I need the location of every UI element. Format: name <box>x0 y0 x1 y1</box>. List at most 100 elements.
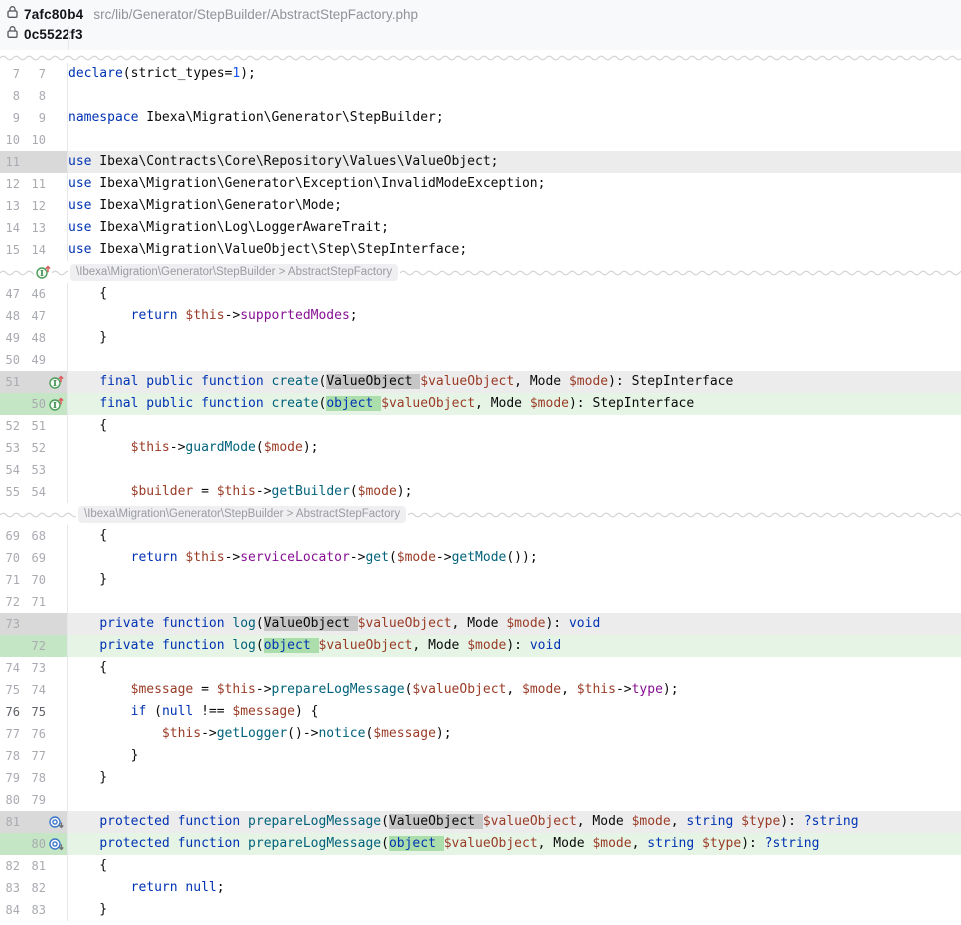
collapsed-context-label[interactable]: \Ibexa\Migration\Generator\StepBuilder >… <box>78 506 406 523</box>
code-line[interactable]: { <box>68 525 961 547</box>
svg-text:I: I <box>40 269 44 279</box>
code-line[interactable]: $this->guardMode($mode); <box>68 437 961 459</box>
code-line[interactable]: protected function prepareLogMessage(obj… <box>68 833 961 855</box>
line-number-old: 48 <box>0 309 20 323</box>
code-line[interactable]: use Ibexa\Migration\Generator\Mode; <box>68 195 961 217</box>
torn-edge-separator <box>0 50 961 63</box>
collapsed-region-separator[interactable]: I \Ibexa\Migration\Generator\StepBuilder … <box>0 261 961 283</box>
collapsed-context-label[interactable]: \Ibexa\Migration\Generator\StepBuilder >… <box>70 264 398 281</box>
diff-row: 8281 { <box>0 855 961 877</box>
implements-method-icon[interactable]: I <box>46 396 66 412</box>
diff-row-deleted: 51I final public function create(ValueOb… <box>0 371 961 393</box>
diff-gutter: 8483 <box>0 899 68 921</box>
code-line[interactable] <box>68 789 961 811</box>
line-number-old: 83 <box>0 881 20 895</box>
line-number-old: 84 <box>0 903 20 917</box>
code-line[interactable]: } <box>68 569 961 591</box>
diff-gutter: 4746 <box>0 283 68 305</box>
line-number-new: 50 <box>22 397 46 411</box>
code-line[interactable]: if (null !== $message) { <box>68 701 961 723</box>
diff-row: 1010 <box>0 129 961 151</box>
code-line[interactable]: { <box>68 657 961 679</box>
line-number-new: 54 <box>22 485 46 499</box>
line-number-new: 83 <box>22 903 46 917</box>
diff-gutter: 1010 <box>0 129 68 151</box>
line-number-new: 72 <box>22 639 46 653</box>
diff-gutter: 99 <box>0 107 68 129</box>
code-line[interactable]: use Ibexa\Migration\Log\LoggerAwareTrait… <box>68 217 961 239</box>
code-line[interactable]: $message = $this->prepareLogMessage($val… <box>68 679 961 701</box>
line-number-new: 11 <box>22 177 46 191</box>
line-number-old: 53 <box>0 441 20 455</box>
method-overridden-icon[interactable] <box>46 814 66 830</box>
code-line[interactable]: return $this->supportedModes; <box>68 305 961 327</box>
code-line[interactable]: { <box>68 283 961 305</box>
implements-method-icon[interactable]: I <box>46 374 66 390</box>
code-line[interactable]: use Ibexa\Contracts\Core\Repository\Valu… <box>68 151 961 173</box>
commit-hash-new: 0c5522f3 <box>24 27 83 42</box>
line-number-new: 70 <box>22 573 46 587</box>
code-line[interactable] <box>68 85 961 107</box>
code-line[interactable]: final public function create(ValueObject… <box>68 371 961 393</box>
line-number-old: 7 <box>0 67 20 81</box>
diff-editor: 77declare(strict_types=1);8899namespace … <box>0 63 961 921</box>
line-number-new: 7 <box>22 67 46 81</box>
code-line[interactable]: use Ibexa\Migration\Generator\Exception\… <box>68 173 961 195</box>
line-number-new: 76 <box>22 727 46 741</box>
diff-gutter: 5352 <box>0 437 68 459</box>
wave-line <box>0 268 34 276</box>
diff-row: 7877 } <box>0 745 961 767</box>
line-number-new: 51 <box>22 419 46 433</box>
code-line[interactable]: $this->getLogger()->notice($message); <box>68 723 961 745</box>
implements-method-icon[interactable]: I <box>34 264 52 280</box>
file-path: src/lib/Generator/StepBuilder/AbstractSt… <box>93 7 418 22</box>
diff-row: 7776 $this->getLogger()->notice($message… <box>0 723 961 745</box>
lock-icon <box>6 5 19 24</box>
line-number-old: 79 <box>0 771 20 785</box>
code-line[interactable]: $builder = $this->getBuilder($mode); <box>68 481 961 503</box>
line-number-old: 12 <box>0 177 20 191</box>
line-number-new: 48 <box>22 331 46 345</box>
svg-text:I: I <box>53 401 57 411</box>
diff-row: 8079 <box>0 789 961 811</box>
code-line[interactable]: } <box>68 327 961 349</box>
wave-line <box>0 53 961 61</box>
lock-icon <box>6 25 19 44</box>
diff-gutter: 5453 <box>0 459 68 481</box>
line-number-new: 14 <box>22 243 46 257</box>
diff-gutter: 7574 <box>0 679 68 701</box>
code-line[interactable]: return $this->serviceLocator->get($mode-… <box>68 547 961 569</box>
diff-row: 5049 <box>0 349 961 371</box>
diff-gutter: 6968 <box>0 525 68 547</box>
code-line[interactable]: } <box>68 767 961 789</box>
code-line[interactable]: private function log(ValueObject $valueO… <box>68 613 961 635</box>
code-line[interactable]: } <box>68 745 961 767</box>
code-line[interactable]: { <box>68 855 961 877</box>
diff-gutter: 8079 <box>0 789 68 811</box>
diff-gutter: 11 <box>0 151 68 173</box>
line-number-old: 55 <box>0 485 20 499</box>
gutter-border <box>68 26 69 50</box>
code-line[interactable] <box>68 591 961 613</box>
diff-gutter: 7271 <box>0 591 68 613</box>
code-line[interactable] <box>68 349 961 371</box>
diff-row: 1413use Ibexa\Migration\Log\LoggerAwareT… <box>0 217 961 239</box>
line-number-new: 73 <box>22 661 46 675</box>
diff-row: 7473 { <box>0 657 961 679</box>
diff-gutter: 7675 <box>0 701 68 723</box>
code-line[interactable]: { <box>68 415 961 437</box>
code-line[interactable]: } <box>68 899 961 921</box>
code-line[interactable]: namespace Ibexa\Migration\Generator\Step… <box>68 107 961 129</box>
code-line[interactable]: return null; <box>68 877 961 899</box>
diff-gutter: 4948 <box>0 327 68 349</box>
code-line[interactable]: private function log(object $valueObject… <box>68 635 961 657</box>
method-overridden-icon[interactable] <box>46 836 66 852</box>
collapsed-region-separator[interactable]: \Ibexa\Migration\Generator\StepBuilder >… <box>0 503 961 525</box>
code-line[interactable]: declare(strict_types=1); <box>68 63 961 85</box>
code-line[interactable]: use Ibexa\Migration\ValueObject\Step\Ste… <box>68 239 961 261</box>
code-line[interactable] <box>68 129 961 151</box>
line-number-old: 50 <box>0 353 20 367</box>
code-line[interactable]: final public function create(object $val… <box>68 393 961 415</box>
code-line[interactable] <box>68 459 961 481</box>
code-line[interactable]: protected function prepareLogMessage(Val… <box>68 811 961 833</box>
